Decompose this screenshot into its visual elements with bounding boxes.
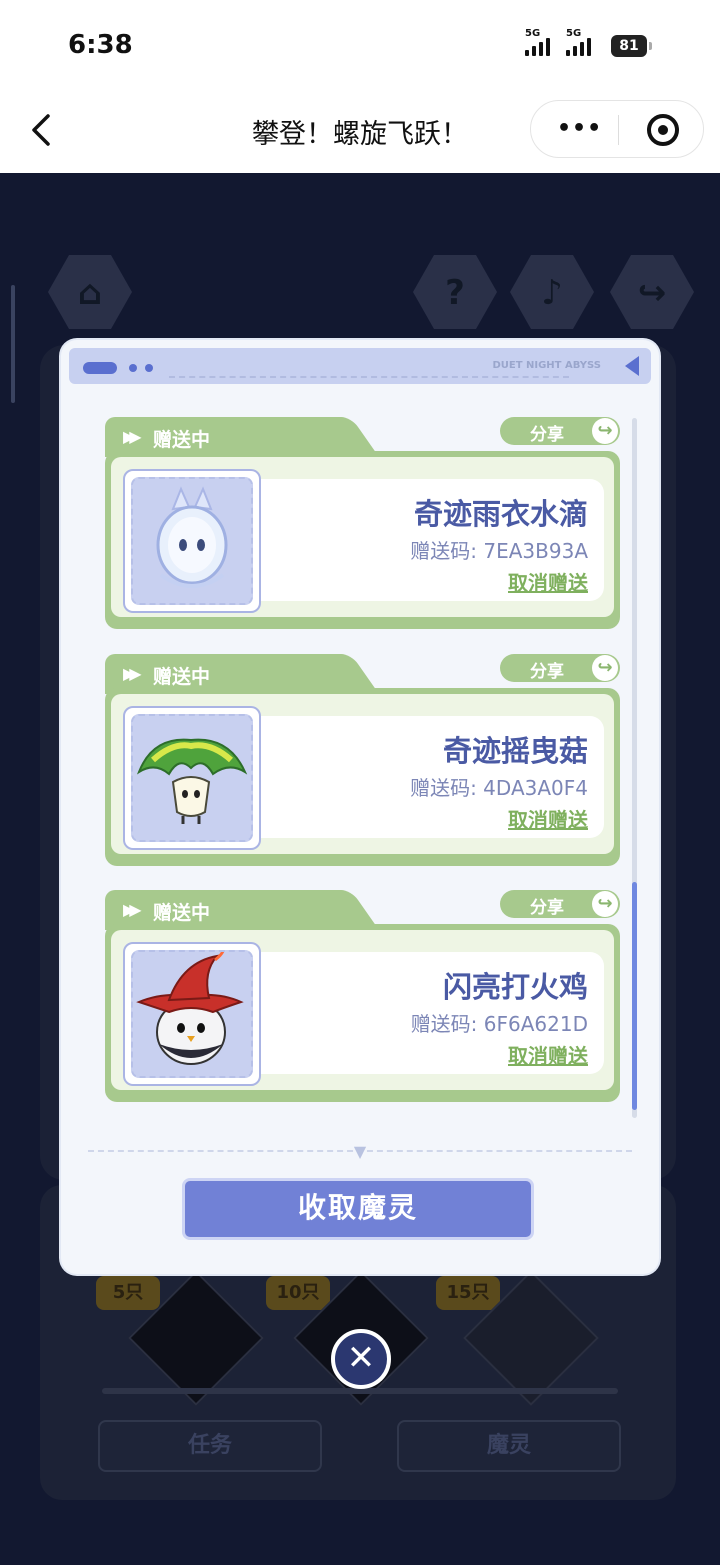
raindrop-spirit-icon <box>156 486 228 588</box>
gift-name: 奇迹摇曳菇 <box>442 734 588 768</box>
play-icon <box>625 356 639 376</box>
nav-bar: 攀登！螺旋飞跃！ ••• <box>0 90 720 173</box>
share-button[interactable]: 分享 ↪ <box>500 654 620 682</box>
fast-forward-icon: ▶▶ <box>123 664 141 683</box>
cancel-gift-link[interactable]: 取消赠送 <box>508 804 588 833</box>
tasks-button: 任务 <box>98 1420 322 1472</box>
gift-thumbnail <box>123 706 261 850</box>
gift-card: ▶▶ 赠送中 分享 ↪ 奇迹摇曳菇 赠送码: 4DA3A0F4 取消赠送 <box>105 654 620 866</box>
clock: 6:38 <box>68 30 133 60</box>
battery-icon: 81 <box>611 35 652 57</box>
page-scrollbar <box>11 285 15 403</box>
gift-name: 奇迹雨衣水滴 <box>413 497 588 531</box>
mushroom-spirit-icon <box>136 738 248 824</box>
share-arrow-icon: ↪ <box>592 655 618 681</box>
milestone-badge: 5只 <box>96 1276 160 1310</box>
share-button[interactable]: 分享 ↪ <box>500 890 620 918</box>
list-scrollbar-thumb[interactable] <box>632 882 637 1110</box>
fast-forward-icon: ▶▶ <box>123 427 141 446</box>
status-label: 赠送中 <box>153 902 211 924</box>
gift-name: 闪亮打火鸡 <box>442 970 588 1004</box>
close-icon[interactable]: ✕ <box>331 1329 391 1389</box>
cancel-gift-link[interactable]: 取消赠送 <box>508 567 588 596</box>
spirits-button: 魔灵 <box>397 1420 621 1472</box>
collect-spirit-button[interactable]: 收取魔灵 <box>182 1178 534 1240</box>
milestone-badge: 15只 <box>436 1276 500 1310</box>
mini-program-capsule: ••• <box>530 100 704 158</box>
modal-header: DUET NIGHT ABYSS <box>69 348 651 384</box>
gift-thumbnail <box>123 469 261 613</box>
gift-code: 赠送码: 6F6A621D <box>410 1012 588 1036</box>
signal-icon: 5G <box>566 28 591 56</box>
milestone-badge: 10只 <box>266 1276 330 1310</box>
signal-icon: 5G <box>525 28 550 56</box>
brand-label: DUET NIGHT ABYSS <box>492 360 601 371</box>
gift-card: ▶▶ 赠送中 分享 ↪ 奇迹雨衣水滴 赠送码: 7EA3B93A 取消赠送 <box>105 417 620 629</box>
chevron-down-icon: ▼ <box>353 1142 367 1161</box>
cancel-gift-link[interactable]: 取消赠送 <box>508 1040 588 1069</box>
gift-thumbnail <box>123 942 261 1086</box>
gift-card: ▶▶ 赠送中 分享 ↪ 闪亮打火鸡 赠送码: 6F6A621D 取消赠送 <box>105 890 620 1102</box>
share-arrow-icon: ↪ <box>592 418 618 444</box>
gift-info: 奇迹摇曳菇 赠送码: 4DA3A0F4 取消赠送 <box>256 716 604 838</box>
more-icon[interactable]: ••• <box>557 116 602 141</box>
fast-forward-icon: ▶▶ <box>123 900 141 919</box>
close-miniprogram-icon[interactable] <box>647 114 679 146</box>
share-button[interactable]: 分享 ↪ <box>500 417 620 445</box>
gift-code: 赠送码: 7EA3B93A <box>410 539 588 563</box>
share-arrow-icon: ↪ <box>592 891 618 917</box>
gift-code: 赠送码: 4DA3A0F4 <box>410 776 588 800</box>
status-label: 赠送中 <box>153 429 211 451</box>
fire-bird-spirit-icon <box>136 947 244 1065</box>
gift-info: 闪亮打火鸡 赠送码: 6F6A621D 取消赠送 <box>256 952 604 1074</box>
status-bar: 6:38 5G 5G 81 <box>0 0 720 90</box>
gift-info: 奇迹雨衣水滴 赠送码: 7EA3B93A 取消赠送 <box>256 479 604 601</box>
status-label: 赠送中 <box>153 666 211 688</box>
